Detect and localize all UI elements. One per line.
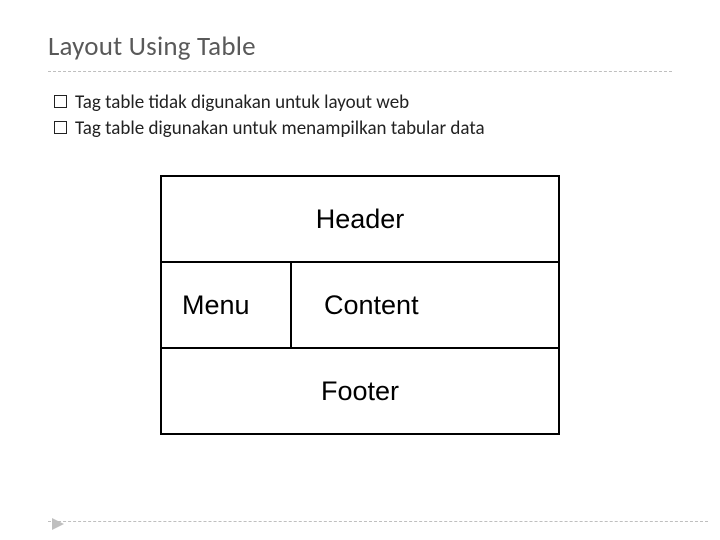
layout-menu-cell: Menu (161, 262, 291, 348)
layout-footer-cell: Footer (161, 348, 559, 434)
slide-title: Layout Using Table (48, 30, 672, 69)
square-bullet-icon (54, 95, 67, 108)
bullet-text: Tag table tidak digunakan untuk layout w… (75, 90, 409, 116)
title-divider (48, 71, 672, 72)
bullet-text: Tag table digunakan untuk menampilkan ta… (75, 116, 485, 142)
play-icon (52, 518, 66, 532)
bullet-list: Tag table tidak digunakan untuk layout w… (48, 90, 672, 141)
list-item: Tag table tidak digunakan untuk layout w… (54, 90, 672, 116)
square-bullet-icon (54, 121, 67, 134)
layout-header-cell: Header (161, 176, 559, 262)
list-item: Tag table digunakan untuk menampilkan ta… (54, 116, 672, 142)
footer-divider (48, 521, 708, 522)
layout-example-table: Header Menu Content Footer (160, 175, 560, 435)
layout-content-cell: Content (291, 262, 559, 348)
